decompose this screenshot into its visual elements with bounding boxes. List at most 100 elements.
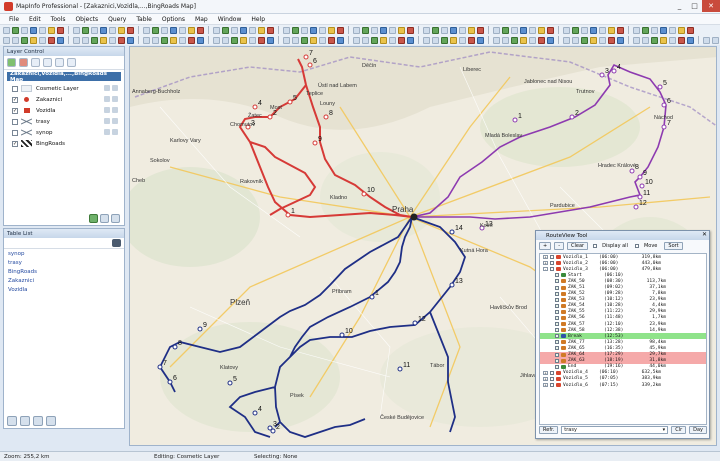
- toolbar-button-icon[interactable]: [57, 26, 64, 34]
- row-checkbox[interactable]: [550, 370, 554, 375]
- toolbar-button-icon[interactable]: [188, 36, 195, 44]
- row-checkbox[interactable]: [555, 285, 559, 290]
- toolbar-button-icon[interactable]: [258, 26, 265, 34]
- toolbar-button-icon[interactable]: [529, 36, 536, 44]
- layer-visibility-checkbox[interactable]: ✓: [12, 107, 18, 114]
- toolbar-button-icon[interactable]: [581, 26, 588, 34]
- menu-edit[interactable]: Edit: [24, 16, 46, 23]
- menu-window[interactable]: Window: [213, 16, 247, 23]
- toolbar-button-icon[interactable]: [161, 26, 168, 34]
- layer-row-cosmetic[interactable]: Cosmetic Layer: [4, 83, 124, 94]
- toolbar-button-icon[interactable]: [301, 36, 308, 44]
- stop-dot-icon[interactable]: [172, 344, 178, 350]
- toolbar-button-icon[interactable]: [231, 26, 238, 34]
- stop-dot-icon[interactable]: [252, 104, 258, 110]
- toolbar-button-icon[interactable]: [91, 26, 98, 34]
- expand-toggle-icon[interactable]: +: [543, 376, 548, 381]
- toolbar-button-icon[interactable]: [21, 36, 28, 44]
- toolbar-button-icon[interactable]: [188, 26, 195, 34]
- stop-dot-icon[interactable]: [611, 68, 617, 74]
- visibility-icon[interactable]: [67, 58, 76, 67]
- edit-icon[interactable]: [104, 96, 110, 102]
- toolbar-button-icon[interactable]: [48, 26, 55, 34]
- toolbar-button-icon[interactable]: [3, 36, 10, 44]
- toolbar-button-icon[interactable]: [222, 36, 229, 44]
- stop-dot-icon[interactable]: [569, 114, 575, 120]
- move-up-icon[interactable]: [31, 58, 40, 67]
- day-button[interactable]: Day: [689, 426, 707, 434]
- toolbar-button-icon[interactable]: [678, 36, 685, 44]
- row-checkbox[interactable]: [555, 322, 559, 327]
- close-button[interactable]: ✕: [702, 0, 720, 12]
- row-checkbox[interactable]: [550, 261, 554, 266]
- toolbar-button-icon[interactable]: [477, 26, 484, 34]
- toolbar-button-icon[interactable]: [267, 36, 274, 44]
- toolbar-button-icon[interactable]: [12, 26, 19, 34]
- row-checkbox[interactable]: [555, 364, 559, 369]
- toolbar-button-icon[interactable]: [380, 36, 387, 44]
- stop-dot-icon[interactable]: [412, 320, 418, 326]
- toolbar-button-icon[interactable]: [118, 36, 125, 44]
- toolbar-button-icon[interactable]: [213, 26, 220, 34]
- move-checkbox[interactable]: [634, 244, 639, 248]
- menu-table[interactable]: Table: [131, 16, 157, 23]
- toolbar-button-icon[interactable]: [389, 36, 396, 44]
- toolbar-button-icon[interactable]: [407, 26, 414, 34]
- toolbar-button-icon[interactable]: [362, 36, 369, 44]
- toolbar-button-icon[interactable]: [687, 26, 694, 34]
- table-list-item[interactable]: Zakaznici: [4, 276, 124, 285]
- toolbar-button-icon[interactable]: [502, 36, 509, 44]
- toolbar-button-icon[interactable]: [319, 36, 326, 44]
- map-window-node[interactable]: Zakaznici,Vozidla,...,BingRoads Map: [7, 71, 121, 83]
- collapse-all-button[interactable]: -: [554, 242, 565, 250]
- toolbar-button-icon[interactable]: [502, 26, 509, 34]
- toolbar-button-icon[interactable]: [669, 36, 676, 44]
- toolbar-button-icon[interactable]: [73, 26, 80, 34]
- select-icon[interactable]: [112, 107, 118, 113]
- toolbar-button-icon[interactable]: [398, 36, 405, 44]
- toolbar-button-icon[interactable]: [283, 36, 290, 44]
- toolbar-button-icon[interactable]: [423, 26, 430, 34]
- toolbar-button-icon[interactable]: [450, 26, 457, 34]
- toolbar-button-icon[interactable]: [109, 26, 116, 34]
- toolbar-button-icon[interactable]: [633, 36, 640, 44]
- toolbar-button-icon[interactable]: [468, 36, 475, 44]
- toolbar-button-icon[interactable]: [249, 36, 256, 44]
- row-checkbox[interactable]: [555, 279, 559, 284]
- toolbar-button-icon[interactable]: [477, 36, 484, 44]
- toolbar-button-icon[interactable]: [82, 36, 89, 44]
- toolbar-button-icon[interactable]: [669, 26, 676, 34]
- menu-tools[interactable]: Tools: [46, 16, 71, 23]
- maximize-button[interactable]: □: [687, 0, 702, 12]
- clear-button[interactable]: Clear: [567, 242, 589, 250]
- apply-icon[interactable]: [89, 214, 98, 223]
- toolbar-button-icon[interactable]: [441, 26, 448, 34]
- toolbar-button-icon[interactable]: [231, 36, 238, 44]
- sort-button[interactable]: Sort: [664, 242, 683, 250]
- toolbar-button-icon[interactable]: [511, 26, 518, 34]
- toolbar-button-icon[interactable]: [538, 36, 545, 44]
- toolbar-button-icon[interactable]: [563, 36, 570, 44]
- stop-dot-icon[interactable]: [303, 54, 309, 60]
- toolbar-button-icon[interactable]: [57, 36, 64, 44]
- stop-dot-icon[interactable]: [252, 410, 258, 416]
- menu-file[interactable]: File: [4, 16, 24, 23]
- layer-properties-icon[interactable]: [55, 58, 64, 67]
- edit-icon[interactable]: [104, 107, 110, 113]
- toolbar-button-icon[interactable]: [547, 36, 554, 44]
- toolbar-button-icon[interactable]: [197, 36, 204, 44]
- toolbar-button-icon[interactable]: [398, 26, 405, 34]
- close-table-icon[interactable]: [20, 416, 30, 426]
- layer-select[interactable]: trasy: [561, 426, 669, 434]
- edit-icon[interactable]: [104, 118, 110, 124]
- toolbar-button-icon[interactable]: [213, 36, 220, 44]
- stop-dot-icon[interactable]: [629, 168, 635, 174]
- toolbar-button-icon[interactable]: [143, 26, 150, 34]
- layer-row-trasy[interactable]: trasy: [4, 116, 124, 127]
- toolbar-button-icon[interactable]: [240, 36, 247, 44]
- stop-dot-icon[interactable]: [339, 332, 345, 338]
- toolbar-button-icon[interactable]: [660, 36, 667, 44]
- table-list-item[interactable]: trasy: [4, 258, 124, 267]
- toolbar-button-icon[interactable]: [91, 36, 98, 44]
- expand-toggle-icon[interactable]: +: [543, 383, 548, 388]
